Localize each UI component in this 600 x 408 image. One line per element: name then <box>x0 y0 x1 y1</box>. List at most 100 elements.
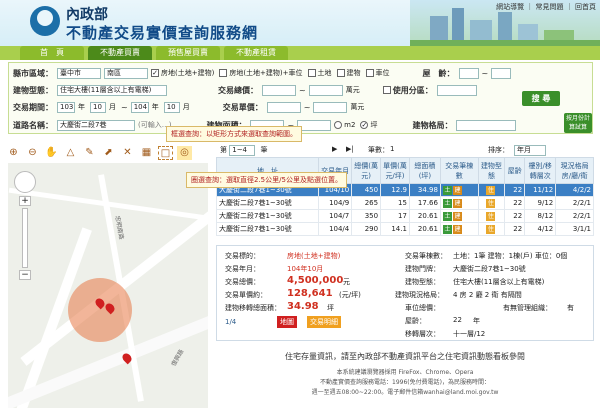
col-area[interactable]: 總面積(坪) <box>408 157 441 184</box>
col-floor: 樓別/移轉層次 <box>524 157 557 184</box>
road-input[interactable]: 大慶街二段7巷 <box>57 119 135 131</box>
type-checkbox-parking[interactable] <box>365 69 374 77</box>
total-cell: 350 <box>351 209 382 223</box>
pan-control-icon[interactable] <box>14 171 36 193</box>
search-form: 縣市區域： 臺中市 南區 房地(土地+建物) 房地(土地+建物)+車位 土地 建… <box>8 62 593 134</box>
btype-label: 建物型態： <box>405 278 440 286</box>
pointer-icon[interactable]: ⬈ <box>101 146 116 160</box>
land-tag: 土 <box>442 211 452 221</box>
unit-price-max[interactable] <box>313 101 348 113</box>
nav-buy-sell[interactable]: 不動產買賣 <box>88 46 152 60</box>
use-zone-select[interactable] <box>436 84 477 96</box>
table-row[interactable]: 大慶街二段7巷1~30號 104/7 350 17 20.61 土建住 22 8/12 2/2/… <box>216 209 594 223</box>
circle-select-icon[interactable]: ◎ <box>177 146 192 160</box>
month-to-select[interactable]: 10 <box>163 101 180 113</box>
age-unit: 年 <box>473 317 480 325</box>
age-cell: 22 <box>504 222 526 236</box>
counts-cell: 土建 <box>439 222 479 236</box>
sort-select[interactable]: 年月 <box>514 145 546 156</box>
zoom-slider[interactable]: + − <box>14 171 36 281</box>
age-label: 屋齡： <box>405 317 426 325</box>
date-cell: 104/9 <box>317 196 353 210</box>
county-select[interactable]: 臺中市 <box>57 67 101 79</box>
year-from-input[interactable]: 103 <box>57 101 75 113</box>
building-type-label: 建物型態： <box>13 85 53 95</box>
map-view[interactable]: + − 忠明南路 復興路 <box>8 163 208 408</box>
layout-input[interactable] <box>456 119 517 131</box>
map-link[interactable]: 地圖 <box>277 316 297 328</box>
total-label: 交易總價： <box>225 278 260 286</box>
building-type-select[interactable]: 住宅大樓(11層含以上有電梯) <box>57 84 167 96</box>
residential-tag: 住 <box>486 185 496 195</box>
page-select[interactable]: 1~4 <box>229 145 256 156</box>
next-page-icon[interactable]: ▶ <box>332 145 337 153</box>
month-unit-2: 月 <box>182 103 190 111</box>
type-checkbox-house-parking[interactable] <box>219 69 228 77</box>
site-title: 不動產交易實價查詢服務網 <box>66 24 259 42</box>
month-from-select[interactable]: 10 <box>90 101 106 113</box>
table-row[interactable]: 大慶街二段7巷1~30號 104/4 290 14.1 20.61 土建住 22 4/12 3/… <box>216 222 594 236</box>
year-to-input[interactable]: 104 <box>130 101 149 113</box>
address-cell: 大慶街二段7巷1~30號 <box>216 222 319 236</box>
nav-rental[interactable]: 不動產租賃 <box>224 46 288 60</box>
layout-value: 4 房 2 廳 2 衛 有隔間 <box>453 291 522 299</box>
table-row[interactable]: 大慶街二段7巷1~30號 104/9 265 15 17.66 土建住 22 9/12 2/2/… <box>216 196 594 210</box>
area-cell: 20.61 <box>408 209 441 223</box>
measure-icon[interactable]: △ <box>63 146 78 160</box>
floor-value: 十一層/12 <box>453 330 486 338</box>
detail-link[interactable]: 交易明細 <box>307 316 341 328</box>
age-min-input[interactable] <box>458 67 479 79</box>
rect-select-icon[interactable]: □ <box>158 146 173 160</box>
unit-ping-radio[interactable] <box>360 121 369 129</box>
area-max[interactable] <box>297 119 332 131</box>
total-price-min[interactable] <box>262 84 296 96</box>
row-period: 交易期間： 103 年 10 月 ~ 104 年 10 月 交易單價： ~ 萬元 <box>13 101 365 113</box>
type-checkbox-land[interactable] <box>307 69 316 77</box>
age-max-input[interactable] <box>491 67 512 79</box>
floor-cell: 4/12 <box>524 222 557 236</box>
top-links[interactable]: 網站導覽 ｜ 常見問題 ｜ 回首頁 <box>496 2 596 12</box>
type-cell: 住 <box>477 222 506 236</box>
pin-icon[interactable]: ✎ <box>82 146 97 160</box>
pan-hand-icon[interactable]: ✋ <box>44 146 59 160</box>
unit-m2-radio[interactable] <box>334 121 343 129</box>
sort-label: 排序： <box>488 146 509 154</box>
type-checkbox-building[interactable] <box>336 69 345 77</box>
col-unit[interactable]: 單價(萬元/坪) <box>380 157 410 184</box>
housing-info-link[interactable]: 住宅存量資訊，請至內政部不動產資訊平台之住宅資訊動態看板參閱 <box>216 351 594 362</box>
site-header: 內政部 不動產交易實價查詢服務網 網站導覽 ｜ 常見問題 ｜ 回首頁 <box>0 0 600 46</box>
calc-button[interactable]: 按月份計算試算 <box>564 113 592 133</box>
zoom-in-icon[interactable]: ⊕ <box>6 146 21 160</box>
circle-select-tooltip: 圈選查詢：選取直徑2.5公里/5公里及點選位置。 <box>186 172 347 188</box>
nav-presale[interactable]: 預售屋買賣 <box>156 46 220 60</box>
last-page-icon[interactable]: ▶| <box>346 145 354 153</box>
zoom-out-icon[interactable]: ⊖ <box>25 146 40 160</box>
clear-icon[interactable]: ✕ <box>120 146 135 160</box>
unit-price-min[interactable] <box>266 101 301 113</box>
grid-icon[interactable]: ▦ <box>139 146 154 160</box>
col-age[interactable]: 屋齡 <box>504 157 526 184</box>
month-unit: 月 <box>109 103 116 111</box>
address-value: 大慶街二段7巷1~30號 <box>453 265 526 273</box>
unit-value: 128,641 <box>287 288 333 299</box>
zoom-in-button[interactable]: + <box>19 196 31 206</box>
district-select[interactable]: 南區 <box>104 67 148 79</box>
row-region: 縣市區域： 臺中市 南區 房地(土地+建物) 房地(土地+建物)+車位 土地 建… <box>13 66 514 80</box>
zoom-track[interactable] <box>22 208 28 268</box>
total-price-max[interactable] <box>308 84 343 96</box>
zoom-out-button[interactable]: − <box>19 270 31 280</box>
col-total[interactable]: 總價(萬元) <box>351 157 382 184</box>
search-button[interactable]: 搜 尋 <box>522 91 560 106</box>
counts-label: 交易筆棟數： <box>405 252 447 260</box>
residential-tag: 住 <box>486 198 496 208</box>
type-label-building: 建物 <box>346 69 361 77</box>
total-count: 1 <box>390 145 395 153</box>
use-zone-checkbox[interactable] <box>382 86 391 94</box>
land-tag: 土 <box>442 185 452 195</box>
nav-home[interactable]: 首 頁 <box>20 46 84 60</box>
type-cell: 住 <box>477 196 506 210</box>
year-unit: 年 <box>78 103 85 111</box>
ym-label: 交易年月： <box>225 265 260 273</box>
type-checkbox-house[interactable] <box>151 69 159 77</box>
result-pager: 第 1~4 筆 ▶ ▶| 筆數： 1 排序： 年月 <box>220 145 595 157</box>
